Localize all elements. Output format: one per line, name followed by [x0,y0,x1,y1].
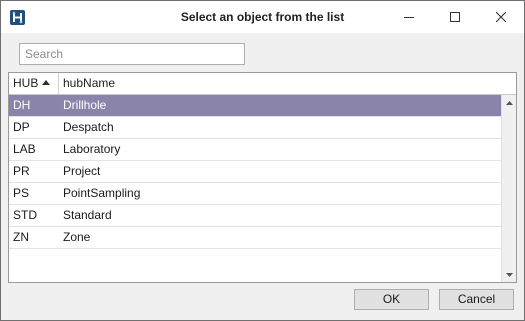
hub-cell: DH [13,98,31,112]
grid-header: HUB hubName [9,73,516,95]
table-row[interactable]: DH Drillhole [9,95,501,117]
object-list-grid: HUB hubName DH Drillhole DP Despatch LAB [8,72,517,283]
hubname-cell: PointSampling [63,186,141,200]
column-header-label: HUB [13,76,39,90]
table-row[interactable]: ZN Zone [9,227,501,249]
ok-button[interactable]: OK [354,289,429,310]
column-header-hub[interactable]: HUB [9,73,59,94]
vertical-scrollbar[interactable] [501,95,516,282]
scroll-up-button[interactable] [502,95,516,110]
hubname-cell: Zone [63,230,91,244]
grid-rows: DH Drillhole DP Despatch LAB Laboratory … [9,95,501,249]
table-row[interactable]: STD Standard [9,205,501,227]
hub-cell: STD [13,208,37,222]
hubname-cell: Standard [63,208,112,222]
scroll-up-arrow-icon [505,100,513,105]
hubname-cell: Drillhole [63,98,107,112]
scroll-down-button[interactable] [502,267,516,282]
table-row[interactable]: LAB Laboratory [9,139,501,161]
table-row[interactable]: PR Project [9,161,501,183]
hubname-cell: Laboratory [63,142,121,156]
maximize-button[interactable] [432,1,478,33]
table-row[interactable]: DP Despatch [9,117,501,139]
header-corner [501,73,516,94]
search-input[interactable] [19,43,245,65]
sort-ascending-icon [42,80,51,86]
hub-cell: LAB [13,142,36,156]
close-icon [496,12,506,22]
hubname-cell: Despatch [63,120,114,134]
minimize-icon [404,17,414,18]
cancel-button[interactable]: Cancel [439,289,514,310]
hubname-cell: Project [63,164,101,178]
hub-cell: ZN [13,230,29,244]
scroll-down-arrow-icon [505,272,513,277]
hub-cell: PS [13,186,30,200]
column-header-label: hubName [63,76,116,90]
dialog-window: Select an object from the list HUB [0,0,525,321]
dialog-content: HUB hubName DH Drillhole DP Despatch LAB [1,33,524,320]
close-button[interactable] [478,1,524,33]
hub-cell: PR [13,164,30,178]
maximize-icon [450,12,460,22]
minimize-button[interactable] [386,1,432,33]
hub-cell: DP [13,120,30,134]
title-bar: Select an object from the list [1,1,524,33]
table-row[interactable]: PS PointSampling [9,183,501,205]
column-header-hubname[interactable]: hubName [59,73,501,94]
